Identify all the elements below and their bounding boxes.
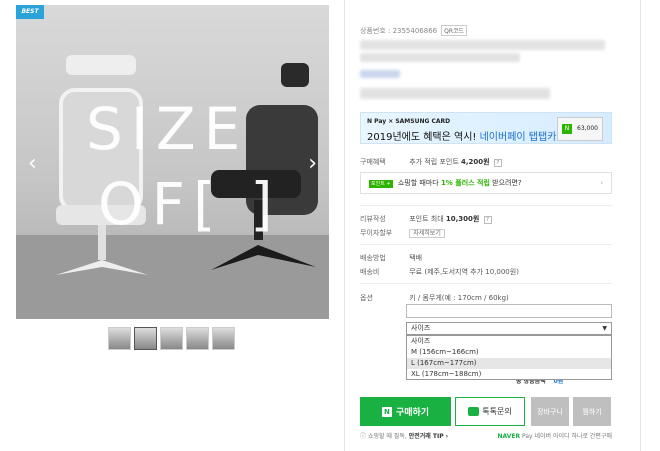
- banner-headline: 2019년에도 혜택은 역시! 네이버페이 탭탭카드!: [367, 132, 570, 143]
- dropdown-option[interactable]: M (156cm~166cm): [407, 347, 611, 358]
- redacted-price: [360, 70, 400, 78]
- banner-pay-line: N Pay × SAMSUNG CARD: [367, 118, 451, 125]
- option-label: 옵션 키 / 몸무게(예 : 170cm / 60kg): [360, 294, 509, 302]
- buy-button[interactable]: N 구매하기: [360, 397, 451, 426]
- delivery-method-row: 배송방법 택배: [360, 254, 423, 262]
- divider: [360, 205, 612, 206]
- thumbnail[interactable]: [160, 327, 183, 350]
- naver-pay-note: NAVER Pay 네이버 아이디 하나로 간편구매: [497, 433, 612, 440]
- next-image-arrow-icon[interactable]: ›: [308, 151, 317, 176]
- thumbnail[interactable]: [212, 327, 235, 350]
- column-divider: [344, 0, 345, 451]
- details-button[interactable]: 자세히보기: [409, 229, 445, 238]
- option-text-input[interactable]: [406, 304, 612, 318]
- best-badge: BEST: [16, 5, 44, 19]
- talktalk-button[interactable]: 톡톡문의: [455, 397, 525, 426]
- review-row: 리뷰작성 포인트 최대 10,300원 ?: [360, 214, 492, 224]
- redacted-title: [360, 40, 605, 50]
- card-image: N 63,000: [557, 117, 603, 141]
- point-plus-tag: 포인트 +: [369, 180, 393, 188]
- buy-benefit-row: 구매혜택 추가 적립 포인트 4,200원 ?: [360, 157, 502, 167]
- redacted-price: [360, 88, 550, 99]
- option-hint: 키 / 몸무게(예 : 170cm / 60kg): [409, 294, 509, 302]
- npay-card-banner[interactable]: N Pay × SAMSUNG CARD 2019년에도 혜택은 역시! 네이버…: [360, 112, 612, 144]
- hero-overlay-text-1: SIZE: [86, 95, 249, 163]
- help-icon[interactable]: ?: [483, 216, 492, 224]
- safe-trade-tip: ⓘ 쇼핑할 때 필독, 안전거래 TIP ›: [360, 433, 449, 440]
- size-select[interactable]: 사이즈 ▼: [406, 322, 612, 335]
- size-dropdown[interactable]: 사이즈 M (156cm~166cm) L (167cm~177cm) XL (…: [406, 335, 612, 380]
- thumbnail[interactable]: [108, 327, 131, 350]
- naver-n-icon: N: [381, 406, 392, 417]
- caret-down-icon: ▼: [602, 325, 607, 332]
- prev-image-arrow-icon[interactable]: ‹: [28, 151, 37, 176]
- delivery-fee-row: 배송비 무료 (제주,도서지역 추가 10,000원): [360, 268, 519, 276]
- info-icon: ⓘ: [360, 433, 367, 440]
- chevron-right-icon: ›: [600, 179, 603, 187]
- naver-n-icon: N: [562, 124, 572, 134]
- interest-free-row: 무이자할부 자세히보기: [360, 228, 445, 238]
- dropdown-option[interactable]: XL (178cm~188cm): [407, 369, 611, 380]
- thumbnail[interactable]: [186, 327, 209, 350]
- point-plus-banner[interactable]: 포인트 + 쇼핑할 때마다 1% 플러스 적립 받으려면? ›: [360, 172, 612, 194]
- dropdown-option[interactable]: 사이즈: [407, 336, 611, 347]
- product-number-text: 상품번호 : 2355406866: [360, 26, 438, 35]
- thumbnail-active[interactable]: [134, 327, 157, 350]
- divider: [360, 283, 612, 284]
- hero-overlay-text-2: OF[ ]: [98, 170, 281, 238]
- product-image-viewer[interactable]: BEST SIZE OF[ ] ‹ ›: [16, 5, 329, 319]
- cart-button[interactable]: 장바구니: [531, 397, 569, 426]
- dropdown-option-highlighted[interactable]: L (167cm~177cm): [407, 358, 611, 369]
- product-number: 상품번호 : 2355406866 QR코드: [360, 25, 468, 36]
- safe-trade-link[interactable]: 안전거래 TIP ›: [409, 433, 448, 440]
- column-divider: [640, 0, 641, 451]
- thumbnail-strip: [108, 327, 235, 350]
- qr-code-button[interactable]: QR코드: [441, 25, 468, 36]
- chat-bubble-icon: [468, 407, 480, 416]
- divider: [360, 244, 612, 245]
- redacted-title: [360, 53, 520, 62]
- help-icon[interactable]: ?: [493, 159, 502, 167]
- wishlist-button[interactable]: 찜하기: [573, 397, 611, 426]
